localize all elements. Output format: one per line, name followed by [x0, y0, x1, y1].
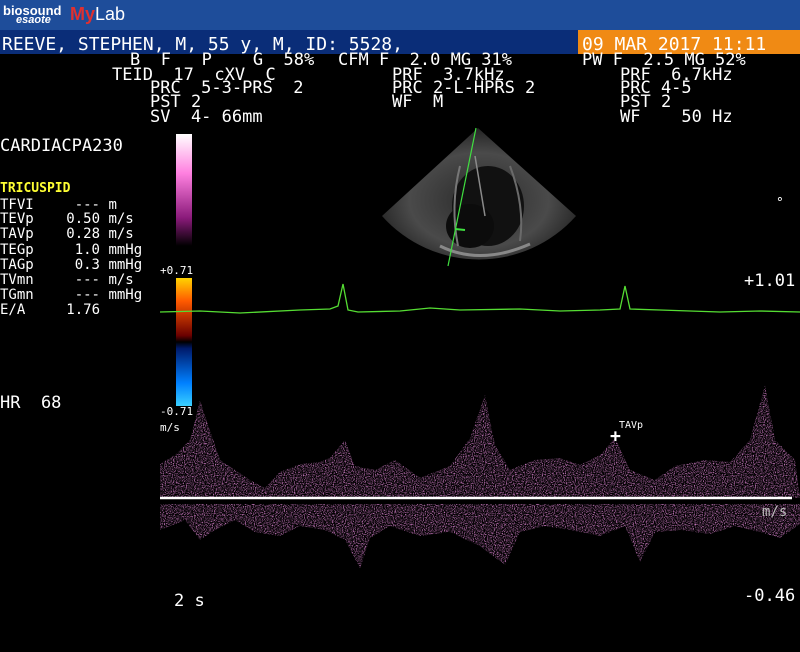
param-pw-row5: WF 50 Hz: [620, 107, 733, 127]
param-bmode-row5: SV 4- 66mm: [150, 107, 263, 127]
measurement-row[interactable]: TVmn --- m/s: [0, 272, 134, 288]
param-cfm-row4: WF M: [392, 92, 444, 112]
probe-label: CARDIACPA230: [0, 136, 123, 156]
brand-logo-esaote: esaote: [16, 14, 51, 26]
ecg-trace: [160, 283, 800, 314]
product-logo: MyLab: [70, 4, 125, 25]
measurement-row[interactable]: TEGp 1.0 mmHg: [0, 242, 142, 258]
angle-marker-icon: °: [776, 196, 784, 211]
doppler-forward-spectrum: [160, 385, 800, 498]
sample-volume-marker[interactable]: [454, 228, 466, 231]
doppler-reverse-spectrum: [160, 504, 800, 568]
study-label: TRICUSPID: [0, 181, 71, 196]
time-scale: 2 s: [174, 591, 205, 611]
velocity-scale-unit: m/s: [762, 504, 788, 520]
spectral-doppler[interactable]: [160, 360, 800, 610]
measurement-row[interactable]: TGmn --- mmHg: [0, 287, 142, 303]
velocity-scale-bottom: -0.46: [744, 586, 796, 606]
grayscale-map-bar: [176, 134, 192, 246]
velocity-scale-top: +1.01: [744, 271, 796, 291]
product-logo-suffix: Lab: [95, 4, 126, 24]
heart-rate: HR 68: [0, 393, 62, 413]
measurement-row[interactable]: TEVp 0.50 m/s: [0, 211, 134, 227]
product-logo-prefix: My: [70, 4, 96, 24]
tavp-marker-label: TAVp: [619, 420, 644, 431]
measurement-row[interactable]: TAGp 0.3 mmHg: [0, 257, 142, 273]
measurement-row[interactable]: E/A 1.76: [0, 302, 108, 318]
bmode-sector-image[interactable]: [380, 126, 580, 272]
measurement-row[interactable]: TAVp 0.28 m/s: [0, 226, 134, 242]
